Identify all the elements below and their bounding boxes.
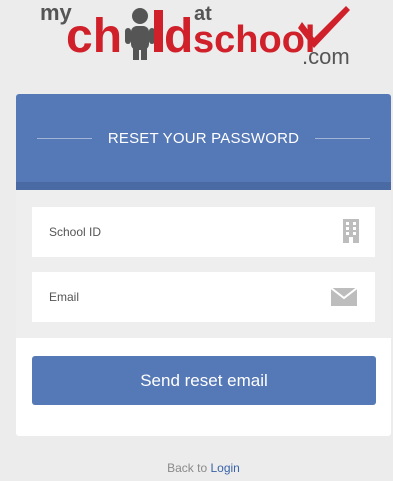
reset-password-card: RESET YOUR PASSWORD School ID Email Send… [16, 94, 391, 436]
logo-word-left: ch [66, 10, 122, 63]
building-icon [343, 219, 359, 248]
logo-suffix: .com [302, 44, 350, 69]
logo-word-school: school [193, 19, 315, 61]
card-title-row: RESET YOUR PASSWORD [16, 127, 391, 149]
envelope-icon [330, 287, 358, 311]
child-figure-icon [125, 8, 155, 60]
brand-logo: my ch d at school .com [40, 0, 370, 80]
email-field[interactable] [32, 272, 375, 322]
card-header: RESET YOUR PASSWORD [16, 94, 391, 182]
title-rule-right [315, 137, 371, 139]
back-to-text: Back to [167, 461, 211, 475]
login-link[interactable]: Login [210, 461, 239, 475]
card-title: RESET YOUR PASSWORD [107, 129, 300, 147]
school-id-field[interactable] [32, 207, 375, 257]
email-input[interactable] [32, 272, 322, 322]
logo-word-right: d [164, 10, 193, 63]
title-rule-left [36, 137, 92, 139]
send-reset-email-button[interactable]: Send reset email [32, 356, 376, 405]
school-id-input[interactable] [32, 207, 322, 257]
form-area [16, 190, 391, 338]
back-to-login: Back to Login [16, 461, 391, 475]
card-header-band [16, 182, 391, 190]
logo-letter-l [154, 10, 163, 52]
